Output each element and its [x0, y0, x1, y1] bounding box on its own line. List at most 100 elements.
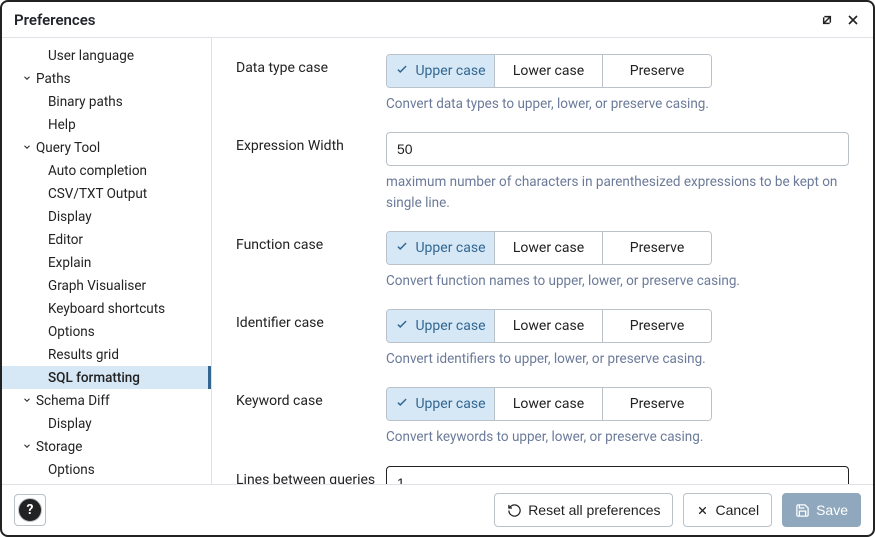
keyword-option-1[interactable]: Lower case [495, 388, 603, 420]
cancel-label: Cancel [715, 502, 759, 518]
sidebar-item-label: Auto completion [48, 163, 147, 179]
titlebar: Preferences [2, 2, 873, 38]
sidebar-item-query-tool[interactable]: Query Tool [2, 136, 211, 159]
option-label: Upper case [415, 318, 485, 334]
sidebar-item-storage-options[interactable]: Options [2, 458, 211, 481]
check-icon [395, 395, 409, 413]
option-label: Lower case [513, 318, 584, 334]
datatype-help: Convert data types to upper, lower, or p… [386, 94, 849, 114]
option-label: Upper case [415, 396, 485, 412]
close-icon[interactable] [845, 12, 861, 28]
lines-input[interactable] [386, 466, 849, 485]
sidebar-item-label: Graph Visualiser [48, 278, 146, 294]
help-button[interactable]: ? [18, 498, 42, 522]
datatype-option-1[interactable]: Lower case [495, 55, 603, 87]
option-label: Upper case [415, 240, 485, 256]
sidebar-item-label: SQL formatting [48, 370, 140, 386]
sidebar-item-csv-txt-output[interactable]: CSV/TXT Output [2, 182, 211, 205]
sidebar-item-label: Display [48, 209, 92, 225]
sidebar-item-auto-completion[interactable]: Auto completion [2, 159, 211, 182]
sidebar-item-qt-display[interactable]: Display [2, 205, 211, 228]
sidebar-item-qt-options[interactable]: Options [2, 320, 211, 343]
function-help: Convert function names to upper, lower, … [386, 271, 849, 291]
option-label: Upper case [415, 63, 485, 79]
sidebar-item-label: Storage [36, 439, 82, 455]
preferences-tree[interactable]: User language Paths Binary paths Help Query … [2, 38, 212, 484]
sidebar-item-binary-paths[interactable]: Binary paths [2, 90, 211, 113]
dialog-title: Preferences [14, 11, 96, 29]
identifier-option-1[interactable]: Lower case [495, 310, 603, 342]
sidebar-item-label: Options [48, 462, 95, 478]
keyword-help: Convert keywords to upper, lower, or pre… [386, 427, 849, 447]
identifier-help: Convert identifiers to upper, lower, or … [386, 349, 849, 369]
sidebar-item-storage[interactable]: Storage [2, 435, 211, 458]
cancel-button[interactable]: Cancel [683, 493, 772, 527]
function-label: Function case [236, 231, 386, 291]
sidebar-item-label: Binary paths [48, 94, 123, 110]
exprwidth-input[interactable] [386, 132, 849, 166]
option-label: Lower case [513, 240, 584, 256]
preferences-dialog: Preferences User language Paths Binary pat… [0, 0, 875, 537]
sidebar-item-user-language[interactable]: User language [2, 44, 211, 67]
identifier-label: Identifier case [236, 309, 386, 369]
expand-icon[interactable] [819, 12, 835, 28]
sidebar-item-label: Help [48, 117, 76, 133]
check-icon [395, 62, 409, 80]
sidebar-item-label: Results grid [48, 347, 119, 363]
check-icon [395, 239, 409, 257]
keyword-label: Keyword case [236, 387, 386, 447]
exprwidth-label: Expression Width [236, 132, 386, 213]
sidebar-item-sd-display[interactable]: Display [2, 412, 211, 435]
function-option-1[interactable]: Lower case [495, 232, 603, 264]
option-label: Preserve [630, 240, 685, 256]
sidebar-item-label: User language [48, 48, 134, 64]
sidebar-item-label: Keyboard shortcuts [48, 301, 165, 317]
sidebar-item-help[interactable]: Help [2, 113, 211, 136]
save-button[interactable]: Save [782, 493, 861, 527]
sidebar-item-editor[interactable]: Editor [2, 228, 211, 251]
sidebar-item-results-grid[interactable]: Results grid [2, 343, 211, 366]
lines-label: Lines between queries [236, 466, 386, 485]
function-option-0[interactable]: Upper case [387, 232, 495, 264]
datatype-option-2[interactable]: Preserve [603, 55, 711, 87]
datatype-segmented[interactable]: Upper case Lower case Preserve [386, 54, 712, 88]
chevron-down-icon [20, 140, 34, 156]
sidebar-item-schema-diff[interactable]: Schema Diff [2, 389, 211, 412]
chevron-down-icon [20, 71, 34, 87]
chevron-down-icon [20, 439, 34, 455]
identifier-option-0[interactable]: Upper case [387, 310, 495, 342]
sidebar-item-label: Schema Diff [36, 393, 110, 409]
option-label: Preserve [630, 318, 685, 334]
sidebar-item-sql-formatting[interactable]: SQL formatting [2, 366, 211, 389]
datatype-label: Data type case [236, 54, 386, 114]
sidebar-item-explain[interactable]: Explain [2, 251, 211, 274]
option-label: Preserve [630, 396, 685, 412]
sidebar-item-graph-visualiser[interactable]: Graph Visualiser [2, 274, 211, 297]
reset-label: Reset all preferences [528, 502, 660, 518]
reset-button[interactable]: Reset all preferences [494, 493, 673, 527]
save-label: Save [816, 502, 848, 518]
datatype-option-0[interactable]: Upper case [387, 55, 495, 87]
keyword-segmented[interactable]: Upper case Lower case Preserve [386, 387, 712, 421]
function-segmented[interactable]: Upper case Lower case Preserve [386, 231, 712, 265]
sidebar-item-label: Editor [48, 232, 83, 248]
sidebar-item-label: Display [48, 416, 92, 432]
sidebar-item-label: Query Tool [36, 140, 100, 156]
dialog-footer: ? Reset all preferences Cancel Save [2, 484, 873, 535]
option-label: Lower case [513, 63, 584, 79]
keyword-option-2[interactable]: Preserve [603, 388, 711, 420]
sidebar-item-paths[interactable]: Paths [2, 67, 211, 90]
preferences-panel: Data type case Upper case Lower case Preser… [212, 38, 873, 484]
option-label: Preserve [630, 63, 685, 79]
function-option-2[interactable]: Preserve [603, 232, 711, 264]
sidebar-item-label: Options [48, 324, 95, 340]
option-label: Lower case [513, 396, 584, 412]
keyword-option-0[interactable]: Upper case [387, 388, 495, 420]
sidebar-item-label: CSV/TXT Output [48, 186, 147, 202]
identifier-segmented[interactable]: Upper case Lower case Preserve [386, 309, 712, 343]
identifier-option-2[interactable]: Preserve [603, 310, 711, 342]
chevron-down-icon [20, 393, 34, 409]
sidebar-item-label: Explain [48, 255, 91, 271]
sidebar-item-keyboard-shortcuts[interactable]: Keyboard shortcuts [2, 297, 211, 320]
exprwidth-help: maximum number of characters in parenthe… [386, 172, 849, 213]
